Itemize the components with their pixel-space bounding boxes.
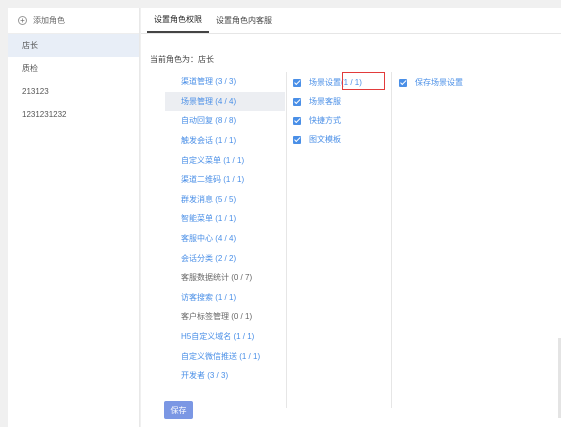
checkbox-checked-icon[interactable] bbox=[293, 78, 301, 87]
submodule-label: 图文模板 bbox=[309, 135, 341, 144]
submodule-label: 快捷方式 bbox=[309, 116, 341, 125]
permission-list: 保存场景设置 bbox=[399, 73, 463, 92]
save-button[interactable]: 保存 bbox=[164, 401, 193, 419]
module-item[interactable]: 客服数据统计 (0 / 7) bbox=[165, 268, 285, 288]
permission-checkbox[interactable]: 保存场景设置 bbox=[399, 73, 463, 92]
module-item[interactable]: 自定义微信推送 (1 / 1) bbox=[165, 346, 285, 366]
role-item-213123[interactable]: 213123 bbox=[8, 80, 139, 103]
submodule-label: 场景客服 bbox=[309, 97, 341, 106]
module-item[interactable]: 触发会话 (1 / 1) bbox=[165, 131, 285, 151]
plus-circle-icon: + bbox=[18, 16, 27, 25]
module-list: 渠道管理 (3 / 3) 场景管理 (4 / 4) 自动回复 (8 / 8) 触… bbox=[165, 72, 285, 392]
checkbox-checked-icon[interactable] bbox=[293, 116, 301, 125]
add-role-button[interactable]: + 添加角色 bbox=[8, 8, 139, 34]
module-item[interactable]: 群发消息 (5 / 5) bbox=[165, 190, 285, 210]
column-divider bbox=[391, 72, 392, 408]
module-item[interactable]: 开发者 (3 / 3) bbox=[165, 366, 285, 386]
highlight-box bbox=[342, 72, 385, 90]
tab-role-agents[interactable]: 设置角色内客服 bbox=[209, 8, 279, 33]
module-item[interactable]: H5自定义域名 (1 / 1) bbox=[165, 327, 285, 347]
tab-bar: 设置角色权限 设置角色内客服 bbox=[141, 8, 561, 34]
module-item[interactable]: 场景管理 (4 / 4) bbox=[165, 91, 285, 112]
role-item-store-manager[interactable]: 店长 bbox=[8, 34, 139, 57]
role-item-quality-check[interactable]: 质检 bbox=[8, 57, 139, 80]
current-role-text: 当前角色为：店长 bbox=[150, 55, 214, 64]
module-item[interactable]: 渠道二维码 (1 / 1) bbox=[165, 170, 285, 190]
module-item[interactable]: 访客搜索 (1 / 1) bbox=[165, 288, 285, 308]
role-sidebar: + 添加角色 店长 质检 213123 1231231232 bbox=[8, 8, 140, 427]
tab-role-permissions[interactable]: 设置角色权限 bbox=[147, 8, 209, 33]
module-item[interactable]: 客服中心 (4 / 4) bbox=[165, 229, 285, 249]
column-divider bbox=[286, 72, 287, 408]
permission-label: 保存场景设置 bbox=[415, 78, 463, 87]
module-item[interactable]: 自动回复 (8 / 8) bbox=[165, 111, 285, 131]
role-list: 店长 质检 213123 1231231232 bbox=[8, 34, 139, 126]
checkbox-checked-icon[interactable] bbox=[399, 78, 407, 87]
module-item[interactable]: 智能菜单 (1 / 1) bbox=[165, 209, 285, 229]
submodule-checkbox[interactable]: 场景客服 bbox=[293, 92, 389, 111]
module-item[interactable]: 自定义菜单 (1 / 1) bbox=[165, 150, 285, 170]
checkbox-checked-icon[interactable] bbox=[293, 135, 301, 144]
submodule-checkbox[interactable]: 快捷方式 bbox=[293, 111, 389, 130]
module-item[interactable]: 客户标签管理 (0 / 1) bbox=[165, 307, 285, 327]
add-role-label: 添加角色 bbox=[33, 16, 65, 25]
main-panel: 设置角色权限 设置角色内客服 当前角色为：店长 渠道管理 (3 / 3) 场景管… bbox=[141, 8, 561, 427]
submodule-checkbox[interactable]: 图文模板 bbox=[293, 130, 389, 149]
checkbox-checked-icon[interactable] bbox=[293, 97, 301, 106]
role-item-1231231232[interactable]: 1231231232 bbox=[8, 103, 139, 126]
module-item[interactable]: 会话分类 (2 / 2) bbox=[165, 248, 285, 268]
module-item[interactable]: 渠道管理 (3 / 3) bbox=[165, 72, 285, 92]
